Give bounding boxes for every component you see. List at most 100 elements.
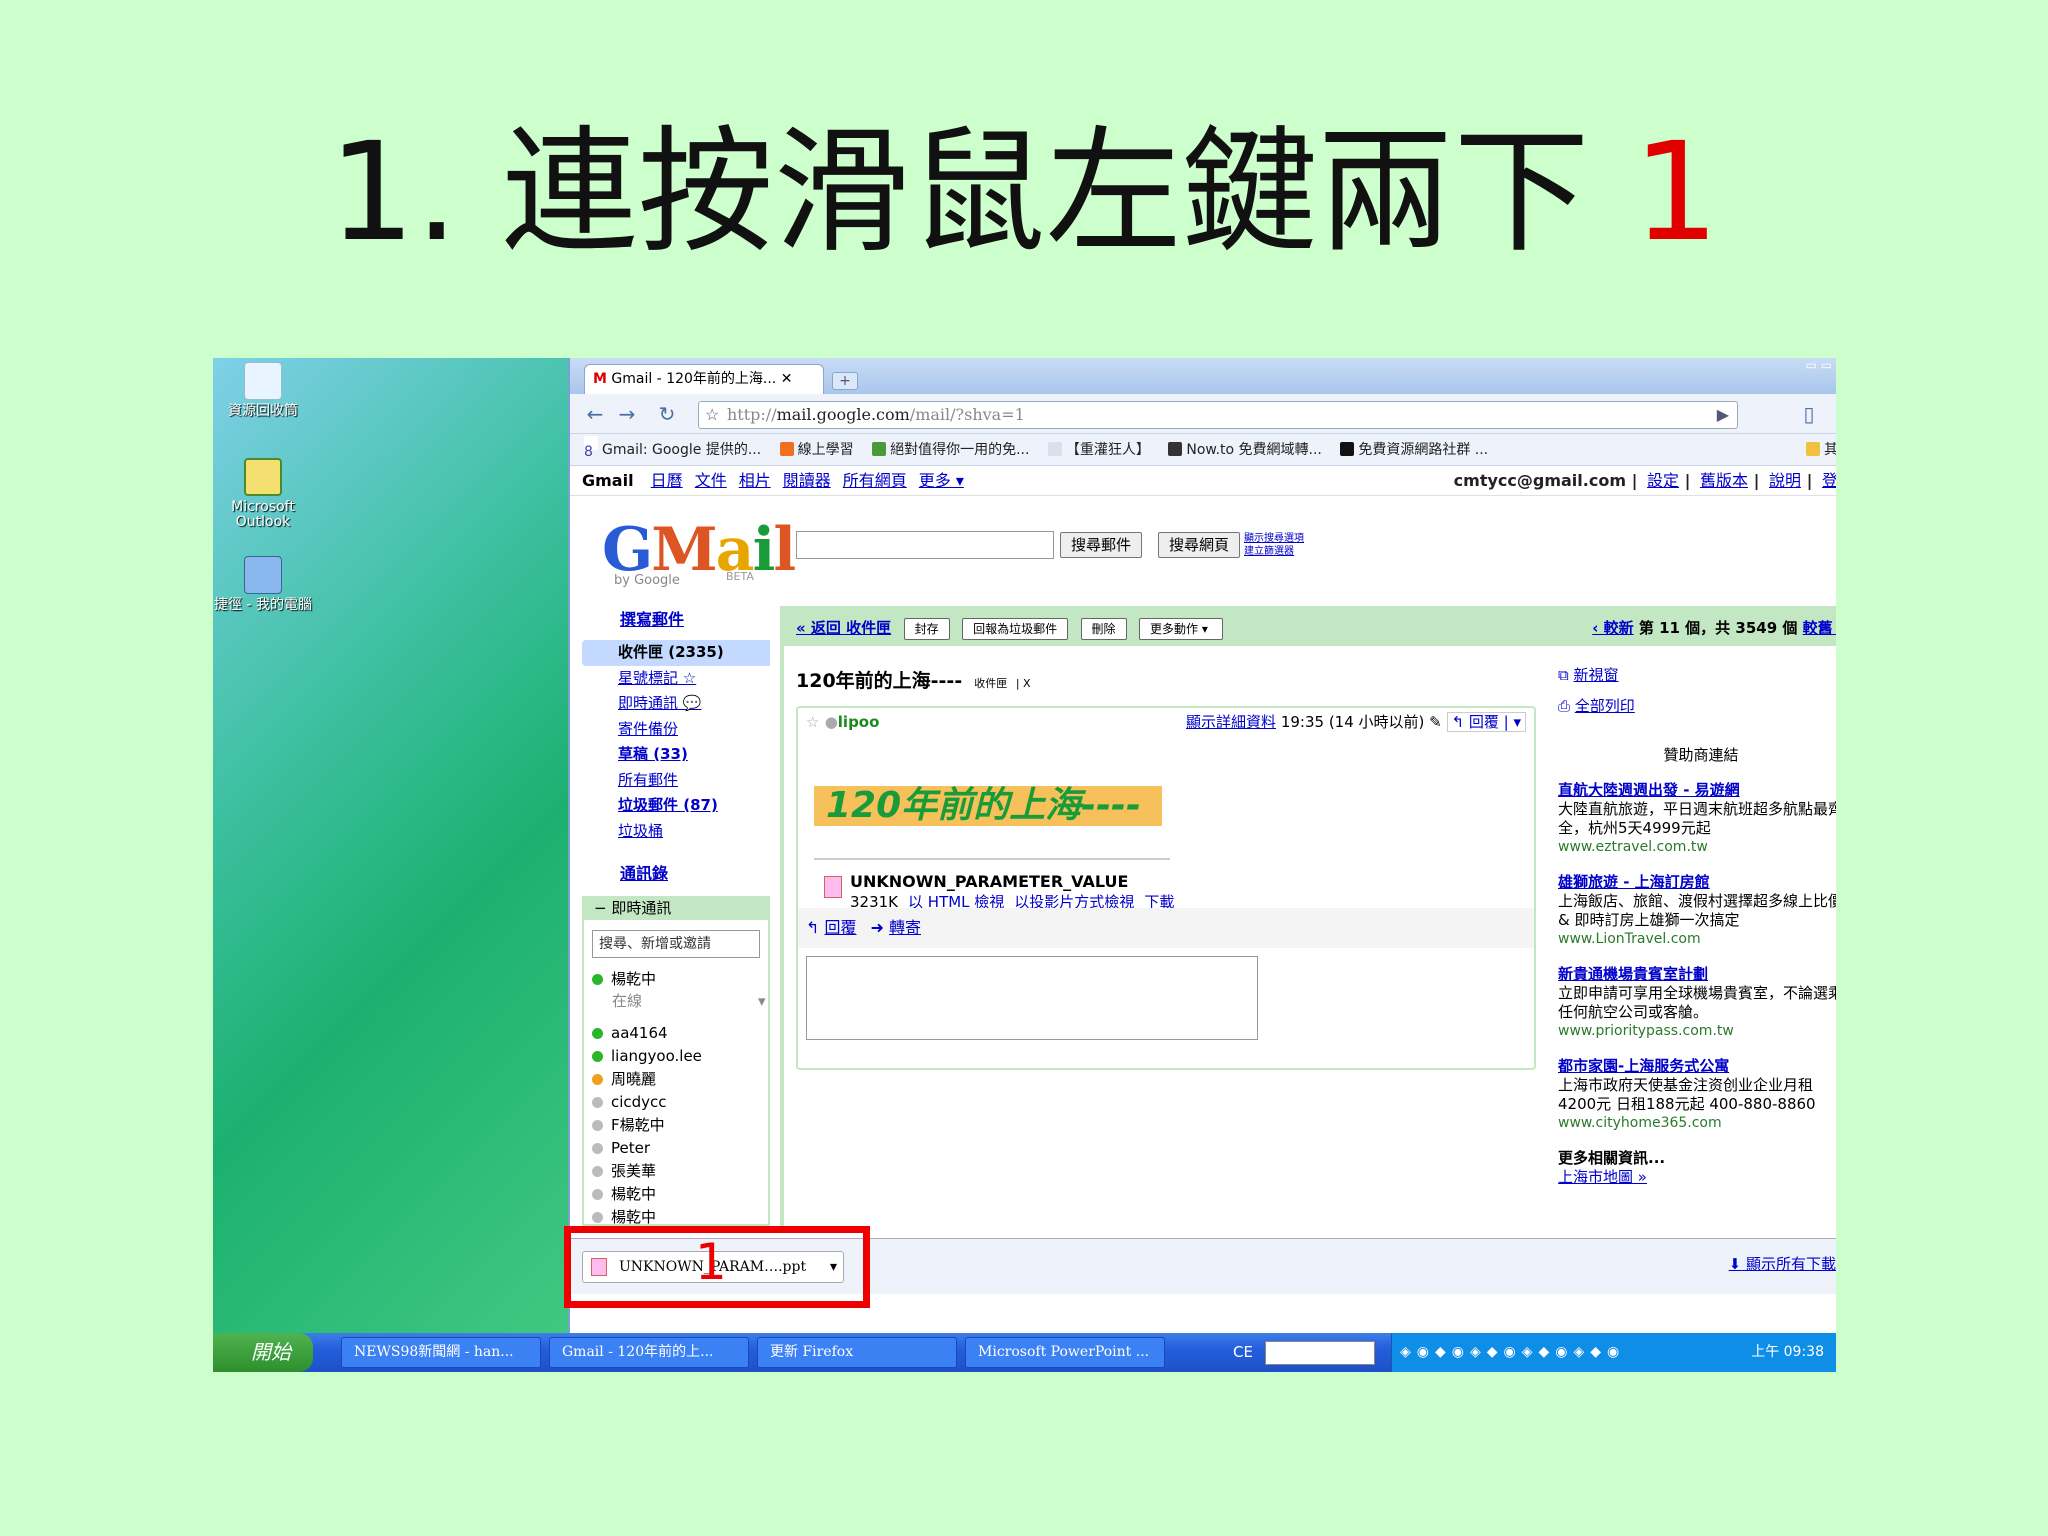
bookmark-item[interactable]: 【重灌狂人】 <box>1047 442 1150 458</box>
ppt-file-icon <box>824 876 842 898</box>
new-window-link[interactable]: 新視窗 <box>1574 666 1619 684</box>
bookmark-item[interactable]: 線上學習 <box>779 442 854 458</box>
sender[interactable]: ☆ ●lipoo <box>806 708 879 736</box>
taskbar-item[interactable]: 更新 Firefox <box>757 1337 957 1368</box>
new-tab-button[interactable]: + <box>832 372 858 390</box>
ad-item[interactable]: 雄獅旅遊 - 上海訂房館 上海飯店、旅館、渡假村選擇超多線上比價 & 即時訂房上雄… <box>1558 873 1836 949</box>
search-options[interactable]: 顯示搜尋選項 建立篩選器 <box>1244 532 1304 558</box>
forward-icon[interactable]: → <box>614 402 640 426</box>
inbox-label[interactable]: 收件匣 <box>974 677 1007 690</box>
chat-search-input[interactable]: 搜尋、新增或邀請 <box>592 930 760 958</box>
show-all-downloads-link[interactable]: ⬇ 顯示所有下載 <box>1729 1253 1836 1274</box>
delete-button[interactable]: 刪除 <box>1080 618 1127 640</box>
star-icon[interactable]: ☆ <box>705 402 719 428</box>
chat-contact[interactable]: 楊乾中 <box>592 1183 656 1206</box>
bookmark-item[interactable]: 8 Gmail: Google 提供的... <box>584 436 761 460</box>
archive-button[interactable]: 封存 <box>903 618 950 640</box>
google-bar: Gmail 日曆 文件 相片 閱讀器 所有網頁 更多 ▾ cmtycc@gmail.com… <box>570 466 1836 496</box>
gbar-link[interactable]: 文件 <box>695 471 727 490</box>
compose-link[interactable]: 撰寫郵件 <box>620 606 684 630</box>
bookmark-folder[interactable]: 其 <box>1806 434 1836 465</box>
status-dot-icon <box>592 1212 603 1223</box>
show-details-link[interactable]: 顯示詳細資料 <box>1186 713 1276 731</box>
bookmark-item[interactable]: Now.to 免費網域轉... <box>1168 442 1322 458</box>
chat-contact[interactable]: liangyoo.lee <box>592 1045 702 1068</box>
reply-link[interactable]: 回覆 <box>825 918 857 937</box>
title-bar: M Gmail - 120年前的上海... ✕ + ▭ ▭ <box>570 358 1836 394</box>
signout-link[interactable]: 登 <box>1822 471 1836 490</box>
chat-contact[interactable]: aa4164 <box>592 1022 668 1045</box>
contacts-link[interactable]: 通訊錄 <box>620 860 668 884</box>
new-window-icon: ⧉ <box>1558 666 1569 684</box>
back-icon[interactable]: ← <box>582 402 608 426</box>
start-button[interactable]: 開始 <box>213 1333 313 1372</box>
taskbar-item[interactable]: Gmail - 120年前的上... <box>549 1337 749 1368</box>
logo-by-google: by Google <box>614 573 680 588</box>
forward-link[interactable]: 轉寄 <box>889 918 921 937</box>
message-header: ☆ ●lipoo 顯示詳細資料 19:35 (14 小時以前) ✎ ↰ 回覆 |… <box>798 708 1534 738</box>
nav-starred[interactable]: 星號標記 ☆ <box>582 666 770 692</box>
bookmark-item[interactable]: 絕對值得你一用的免... <box>872 442 1029 458</box>
gbar-link[interactable]: 相片 <box>739 471 771 490</box>
newer-link[interactable]: ‹ 較新 <box>1592 619 1633 637</box>
report-spam-button[interactable]: 回報為垃圾郵件 <box>962 618 1069 640</box>
gbar-link[interactable]: 日曆 <box>651 471 683 490</box>
window-controls[interactable]: ▭ ▭ <box>1806 358 1833 372</box>
nav-all-mail[interactable]: 所有郵件 <box>582 768 770 794</box>
slide-title-number: 1 <box>1632 114 1720 272</box>
reload-icon[interactable]: ↻ <box>654 402 680 426</box>
more-actions-select[interactable]: 更多動作 ▾ <box>1139 618 1223 640</box>
pager: ‹ 較新 第 11 個，共 3549 個 較舊 › <box>1592 610 1836 646</box>
nav-drafts[interactable]: 草稿 (33) <box>582 742 770 768</box>
search-mail-button[interactable]: 搜尋郵件 <box>1060 532 1143 558</box>
older-link[interactable]: 較舊 › <box>1803 619 1836 637</box>
gbar-link[interactable]: 更多 ▾ <box>919 471 964 490</box>
bookmark-item[interactable]: 免費資源網路社群 ... <box>1340 442 1488 458</box>
quick-reply-box[interactable] <box>806 956 1258 1040</box>
sidebar-right: ⧉ 新視窗 ⎙ 全部列印 贊助商連結 直航大陸週週出發 - 易遊網 大陸直航旅遊，… <box>1558 666 1836 1187</box>
chat-contact[interactable]: 周曉麗 <box>592 1068 656 1091</box>
chat-contact[interactable]: F楊乾中 <box>592 1114 665 1137</box>
tab-gmail[interactable]: M Gmail - 120年前的上海... ✕ <box>584 364 824 394</box>
chat-contact[interactable]: Peter <box>592 1137 650 1160</box>
remove-label-button[interactable]: | X <box>1016 677 1031 690</box>
recycle-bin-icon[interactable]: 資源回收筒 <box>213 362 313 419</box>
gbar-link[interactable]: 閱讀器 <box>783 471 831 490</box>
address-bar[interactable]: ☆ http://mail.google.com/mail/?shva=1 ▶ <box>698 401 1738 429</box>
map-link[interactable]: 上海市地圖 » <box>1558 1168 1647 1186</box>
back-to-inbox-link[interactable]: « 返回 收件匣 <box>796 619 891 637</box>
gmail-icon: M <box>593 371 607 387</box>
chat-contact[interactable]: cicdycc <box>592 1091 667 1114</box>
page-menu-icon[interactable]: ▯ <box>1796 402 1822 426</box>
settings-link[interactable]: 設定 <box>1647 471 1679 490</box>
input-method[interactable]: CE <box>1233 1333 1253 1372</box>
taskbar-search-input[interactable] <box>1265 1341 1375 1365</box>
nav-trash[interactable]: 垃圾桶 <box>582 819 770 845</box>
nav-chats[interactable]: 即時通訊 💬 <box>582 691 770 717</box>
chat-contact[interactable]: 張美華 <box>592 1160 656 1183</box>
ad-item[interactable]: 直航大陸週週出發 - 易遊網 大陸直航旅遊，平日週末航班超多航點最齊全，杭州5天4… <box>1558 781 1836 857</box>
search-web-button[interactable]: 搜尋網頁 <box>1158 532 1241 558</box>
taskbar-item[interactable]: NEWS98新聞網 - han... <box>341 1337 541 1368</box>
status-dot-icon <box>592 1051 603 1062</box>
nav-inbox[interactable]: 收件匣 (2335) <box>582 640 770 666</box>
ad-item[interactable]: 新貴通機場貴賓室計劃 立即申請可享用全球機場貴賓室，不論選乘任何航空公司或客艙。 w… <box>1558 965 1836 1041</box>
status-dot-icon <box>592 1166 603 1177</box>
taskbar-item[interactable]: Microsoft PowerPoint ... <box>965 1337 1165 1368</box>
highlight-number: 1 <box>695 1233 727 1291</box>
my-computer-icon[interactable]: 捷徑 - 我的電腦 <box>213 556 313 613</box>
chat-header[interactable]: − 即時通訊 <box>584 896 768 920</box>
nav-spam[interactable]: 垃圾郵件 (87) <box>582 793 770 819</box>
search-input[interactable] <box>796 531 1054 559</box>
gbar-link[interactable]: 所有網頁 <box>843 471 907 490</box>
old-version-link[interactable]: 舊版本 <box>1700 471 1748 490</box>
ad-item[interactable]: 都市家園-上海服务式公寓 上海市政府天使基金注资创业企业月租4200元 日租188… <box>1558 1057 1836 1133</box>
help-link[interactable]: 說明 <box>1769 471 1801 490</box>
nav-sent[interactable]: 寄件備份 <box>582 717 770 743</box>
outlook-icon[interactable]: Microsoft Outlook <box>213 458 313 530</box>
tray-icons[interactable]: ◈◉◆◉◈◆◉◈◆◉◈◆◉ <box>1400 1344 1625 1360</box>
chat-self[interactable]: 楊乾中 在線 ▾ <box>592 968 766 1012</box>
print-all-link[interactable]: 全部列印 <box>1575 697 1635 715</box>
go-icon[interactable]: ▶ <box>1717 402 1729 428</box>
reply-button[interactable]: ↰ 回覆 | ▾ <box>1446 712 1526 732</box>
